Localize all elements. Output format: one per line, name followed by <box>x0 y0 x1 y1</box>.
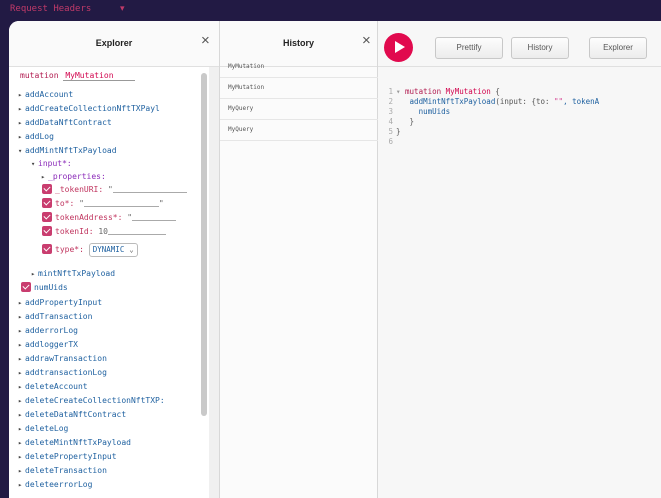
history-item[interactable]: MyMutation <box>220 78 378 99</box>
chevron-down-icon: ⌄ <box>129 246 134 254</box>
caret-right-icon: ▸ <box>18 383 23 391</box>
operation-keyword: mutation <box>20 71 59 80</box>
history-item[interactable]: MyQuery <box>220 99 378 120</box>
arg-row-token-uri[interactable]: _tokenURI: " <box>42 183 187 196</box>
operation-row: mutation MyMutation <box>20 71 136 83</box>
history-button[interactable]: History <box>511 37 569 59</box>
tree-item-field[interactable]: ▸ addLog <box>18 130 54 143</box>
caret-right-icon: ▸ <box>18 467 23 475</box>
checkbox-checked-icon[interactable] <box>42 184 52 194</box>
graphiql-window: Explorer × mutation MyMutation ▸ addAccou… <box>9 21 661 498</box>
checkbox-checked-icon[interactable] <box>42 212 52 222</box>
caret-down-icon: ▾ <box>31 160 36 168</box>
prettify-button[interactable]: Prettify <box>435 37 503 59</box>
code-line: 4 } <box>388 117 415 126</box>
token-address-input[interactable] <box>132 212 177 221</box>
code-line: 1 ▾ mutation MyMutation { <box>388 87 500 96</box>
tree-item-field[interactable]: ▸ addrawTransaction <box>18 352 107 365</box>
tree-item-input-arg[interactable]: ▾ input*: <box>31 157 72 170</box>
tree-item-field[interactable]: ▸ addCreateCollectionNftTXPayl <box>18 102 160 115</box>
arg-row-to[interactable]: to*: " " <box>42 197 164 210</box>
tree-item-field[interactable]: ▸ addPropertyInput <box>18 296 102 309</box>
caret-right-icon: ▸ <box>18 313 23 321</box>
tree-item-properties[interactable]: ▸ _properties: <box>41 170 106 183</box>
code-line: 2 addMintNftTxPayload(input: {to: "", to… <box>388 97 600 106</box>
code-line: 3 numUids <box>388 107 451 116</box>
arg-row-token-address[interactable]: tokenAddress*: " <box>42 211 177 224</box>
tree-item-field[interactable]: ▸ deleteMintNftTxPayload <box>18 436 131 449</box>
explorer-button[interactable]: Explorer <box>589 37 647 59</box>
explorer-scrollbar-thumb[interactable] <box>201 73 207 416</box>
close-icon[interactable]: × <box>362 33 371 48</box>
editor-toolbar: Prettify History Explorer <box>378 21 661 67</box>
caret-right-icon: ▸ <box>18 119 23 127</box>
caret-right-icon: ▸ <box>18 439 23 447</box>
caret-right-icon: ▸ <box>18 105 23 113</box>
history-item[interactable]: MyQuery <box>220 120 378 141</box>
caret-right-icon: ▸ <box>18 327 23 335</box>
query-editor: Prettify History Explorer 1 ▾ mutation My… <box>378 21 661 498</box>
history-title: History <box>282 38 314 48</box>
tree-item-field[interactable]: ▸ addDataNftContract <box>18 116 112 129</box>
checkbox-checked-icon[interactable] <box>42 226 52 236</box>
tree-item-subtype[interactable]: ▸ mintNftTxPayload <box>31 267 115 280</box>
caret-right-icon: ▸ <box>18 355 23 363</box>
operation-name-input[interactable]: MyMutation <box>63 71 136 81</box>
explorer-scrollbar-track[interactable] <box>209 67 219 498</box>
tree-item-field[interactable]: ▸ addloggerTX <box>18 338 78 351</box>
to-input[interactable] <box>83 198 159 207</box>
tree-item-field[interactable]: ▸ adderrorLog <box>18 324 78 337</box>
tree-item-field[interactable]: ▸ addTransaction <box>18 310 92 323</box>
caret-right-icon: ▸ <box>31 270 36 278</box>
run-button[interactable] <box>384 33 413 62</box>
checkbox-checked-icon[interactable] <box>21 282 31 292</box>
tree-item-num-uids[interactable]: numUids <box>21 281 68 294</box>
checkbox-checked-icon[interactable] <box>42 244 52 254</box>
explorer-panel: Explorer × mutation MyMutation ▸ addAccou… <box>9 21 220 498</box>
explorer-header: Explorer × <box>9 21 219 67</box>
checkbox-checked-icon[interactable] <box>42 198 52 208</box>
tree-item-field[interactable]: ▸ deleteerrorLog <box>18 478 92 491</box>
caret-right-icon: ▸ <box>18 369 23 377</box>
caret-right-icon: ▸ <box>18 133 23 141</box>
fold-icon[interactable]: ▾ <box>396 87 401 96</box>
caret-right-icon: ▸ <box>18 425 23 433</box>
tree-item-field[interactable]: ▸ deleteLog <box>18 422 68 435</box>
caret-right-icon: ▸ <box>18 411 23 419</box>
caret-right-icon: ▸ <box>18 397 23 405</box>
arg-row-token-id[interactable]: tokenId: 10 <box>42 225 166 238</box>
tree-item-field[interactable]: ▸ deleteDataNftContract <box>18 408 126 421</box>
caret-down-icon: ▾ <box>18 147 23 155</box>
tree-item-field[interactable]: ▸ deletePropertyInput <box>18 450 117 463</box>
code-line: 6 <box>388 137 393 146</box>
close-icon[interactable]: × <box>201 33 210 48</box>
explorer-title: Explorer <box>95 38 133 48</box>
history-panel: History × MyMutation MyMutation MyQuery … <box>220 21 378 498</box>
caret-right-icon: ▸ <box>18 481 23 489</box>
caret-right-icon: ▸ <box>18 91 23 99</box>
caret-right-icon: ▸ <box>18 299 23 307</box>
code-line: 5} <box>388 127 401 136</box>
tree-item-field[interactable]: ▸ deleteTransaction <box>18 464 107 477</box>
token-uri-input[interactable] <box>112 184 187 193</box>
history-item[interactable]: MyMutation <box>220 57 378 78</box>
caret-right-icon: ▸ <box>18 453 23 461</box>
arg-row-type[interactable]: type*: DYNAMIC ⌄ <box>42 242 138 258</box>
tree-item-field[interactable]: ▸ deleteCreateCollectionNftTXP: <box>18 394 165 407</box>
request-headers-tab[interactable]: Request Headers <box>10 4 91 14</box>
caret-right-icon: ▸ <box>18 341 23 349</box>
tree-item-expanded-field[interactable]: ▾ addMintNftTxPayload <box>18 144 117 157</box>
tree-item-field[interactable]: ▸ deleteAccount <box>18 380 88 393</box>
token-id-input[interactable]: 10 <box>98 227 108 236</box>
chevron-down-icon[interactable]: ▾ <box>120 3 125 14</box>
type-select[interactable]: DYNAMIC ⌄ <box>88 243 138 257</box>
tree-item-field[interactable]: ▸ addAccount <box>18 88 73 101</box>
explorer-tree: mutation MyMutation ▸ addAccount ▸ addCrea… <box>9 67 209 498</box>
tree-item-field[interactable]: ▸ addtransactionLog <box>18 366 107 379</box>
token-id-underline <box>108 226 166 235</box>
